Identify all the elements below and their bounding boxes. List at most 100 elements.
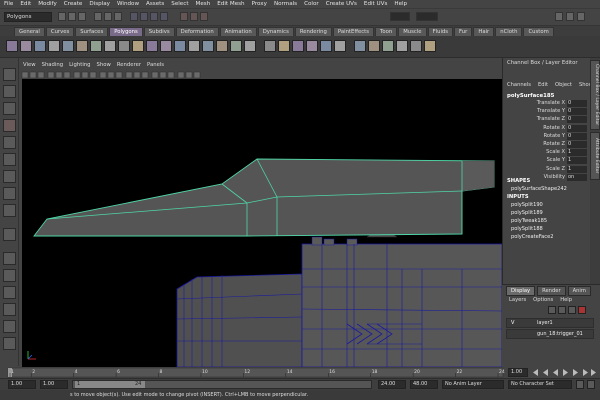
render-frame-icon[interactable] (180, 12, 188, 21)
layer-row[interactable]: gun_18:trigger_01 (506, 329, 594, 339)
shelf-tool-icon[interactable] (244, 40, 256, 52)
shelf-tool-icon[interactable] (410, 40, 422, 52)
new-empty-layer-icon[interactable] (568, 306, 576, 314)
rotate-tool-icon[interactable] (3, 136, 16, 149)
input-line-field[interactable] (416, 12, 438, 21)
menu-window[interactable]: Window (117, 1, 139, 7)
menu-help[interactable]: Help (394, 1, 407, 7)
channel-attr-value[interactable]: 0 (567, 124, 587, 132)
panel-menu-lighting[interactable]: Lighting (69, 62, 90, 68)
shelf-tool-icon[interactable] (132, 40, 144, 52)
layer-tab-anim[interactable]: Anim (567, 286, 591, 296)
shelf-tab-fluids[interactable]: Fluids (427, 27, 454, 36)
menu-select[interactable]: Select (171, 1, 188, 7)
shelf-tab-custom[interactable]: Custom (523, 27, 554, 36)
menu-file[interactable]: File (4, 1, 13, 7)
shelf-tab-subdivs[interactable]: Subdivs (143, 27, 175, 36)
panel-menu-show[interactable]: Show (97, 62, 111, 68)
shelf-tool-icon[interactable] (174, 40, 186, 52)
save-scene-icon[interactable] (78, 12, 86, 21)
tab-attribute-editor[interactable]: Attribute Editor (590, 132, 600, 180)
menu-assets[interactable]: Assets (146, 1, 164, 7)
layout-single-icon[interactable] (3, 252, 16, 265)
layout-persp-outliner-icon[interactable] (3, 286, 16, 299)
auto-key-icon[interactable] (576, 380, 584, 389)
channel-attr-value[interactable]: 0 (567, 141, 587, 148)
playback-end-field[interactable]: 24.00 (378, 380, 406, 389)
menu-modify[interactable]: Modify (38, 1, 57, 7)
shelf-tool-icon[interactable] (264, 40, 276, 52)
selected-object-name[interactable]: polySurface185 (507, 93, 554, 99)
shelf-tab-surfaces[interactable]: Surfaces (75, 27, 109, 36)
select-component-icon[interactable] (114, 12, 122, 21)
last-tool-icon[interactable] (3, 228, 16, 241)
panel-menu-panels[interactable]: Panels (147, 62, 164, 68)
shelf-tool-icon[interactable] (334, 40, 346, 52)
shelf-tab-hair[interactable]: Hair (473, 27, 495, 36)
ipr-render-icon[interactable] (190, 12, 198, 21)
channel-attr-value[interactable]: 1 (567, 165, 587, 173)
channel-attr-value[interactable]: 0 (567, 108, 587, 116)
character-set-dropdown[interactable]: No Character Set (508, 380, 572, 389)
channel-attr-value[interactable]: 1 (567, 149, 587, 157)
quick-select-field[interactable] (390, 12, 410, 21)
menu-edit-uvs[interactable]: Edit UVs (364, 1, 387, 7)
open-scene-icon[interactable] (68, 12, 76, 21)
current-frame-field[interactable]: 1.00 (508, 368, 528, 377)
soft-mod-icon[interactable] (3, 187, 16, 200)
paint-select-icon[interactable] (3, 102, 16, 115)
shelf-tab-toon[interactable]: Toon (375, 27, 398, 36)
menu-display[interactable]: Display (89, 1, 110, 7)
shelf-tool-icon[interactable] (6, 40, 18, 52)
new-layer-from-selection-icon[interactable] (578, 306, 586, 314)
layout-four-icon[interactable] (3, 269, 16, 282)
layer-name[interactable]: layer1 (537, 320, 553, 326)
snap-point-icon[interactable] (150, 12, 158, 21)
shelf-tool-icon[interactable] (34, 40, 46, 52)
shelf-tool-icon[interactable] (104, 40, 116, 52)
shelf-tab-fur[interactable]: Fur (454, 27, 473, 36)
menu-create-uvs[interactable]: Create UVs (326, 1, 357, 7)
playback-controls[interactable] (530, 368, 600, 377)
shelf-tool-icon[interactable] (188, 40, 200, 52)
gun-body-mesh[interactable] (176, 226, 502, 367)
channel-menu-object[interactable]: Object (555, 82, 572, 88)
render-settings-icon[interactable] (200, 12, 208, 21)
new-scene-icon[interactable] (58, 12, 66, 21)
menu-mesh[interactable]: Mesh (196, 1, 211, 7)
toggle-attribute-editor-icon[interactable] (566, 12, 574, 21)
select-object-icon[interactable] (104, 12, 112, 21)
channel-menu-channels[interactable]: Channels (507, 82, 531, 88)
tab-channel-box[interactable]: Channel Box / Layer Editor (590, 60, 600, 130)
layer-name[interactable]: gun_18:trigger_01 (537, 331, 583, 337)
gun-barrel-mesh[interactable] (33, 158, 495, 237)
layer-down-icon[interactable] (558, 306, 566, 314)
layer-tab-display[interactable]: Display (506, 286, 536, 296)
toggle-channelbox-icon[interactable] (555, 12, 563, 21)
panel-menu-view[interactable]: View (23, 62, 36, 68)
lasso-tool-icon[interactable] (3, 85, 16, 98)
anim-layer-dropdown[interactable]: No Anim Layer (442, 380, 504, 389)
shelf-tool-icon[interactable] (76, 40, 88, 52)
layout-outliner-icon[interactable] (3, 337, 16, 350)
range-start-field[interactable]: 1.00 (8, 380, 36, 389)
channel-attr-value[interactable]: 0 (567, 100, 587, 107)
shelf-tool-icon[interactable] (118, 40, 130, 52)
snap-curve-icon[interactable] (140, 12, 148, 21)
select-hierarchy-icon[interactable] (94, 12, 102, 21)
layer-visibility-toggle[interactable]: V (511, 320, 514, 326)
panel-menu-renderer[interactable]: Renderer (117, 62, 141, 68)
layer-tab-render[interactable]: Render (537, 286, 566, 296)
channel-attr-value[interactable]: on (567, 173, 587, 181)
input-node[interactable]: polyTweak185 (511, 218, 547, 224)
select-tool-icon[interactable] (3, 68, 16, 81)
shelf-tool-icon[interactable] (90, 40, 102, 52)
shelf-tool-icon[interactable] (48, 40, 60, 52)
layout-persp-graph-icon[interactable] (3, 303, 16, 316)
menu-create[interactable]: Create (64, 1, 83, 7)
input-node[interactable]: polySplit190 (511, 202, 543, 208)
shelf-tab-general[interactable]: General (14, 27, 45, 36)
range-end-field[interactable]: 48.00 (410, 380, 438, 389)
input-node[interactable]: polySplit188 (511, 226, 543, 232)
shelf-tool-icon[interactable] (320, 40, 332, 52)
